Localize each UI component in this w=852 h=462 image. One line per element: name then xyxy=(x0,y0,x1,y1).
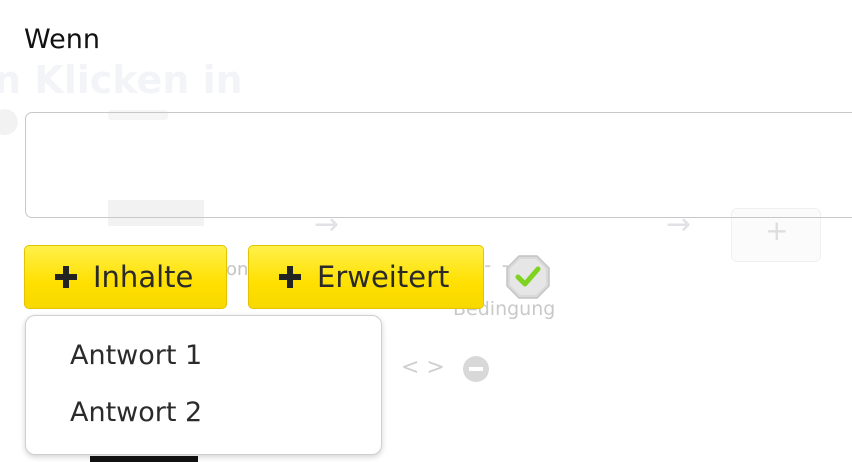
background-text: on xyxy=(226,259,249,280)
menu-item-answer-1[interactable]: Antwort 1 xyxy=(70,340,202,371)
add-content-button[interactable]: Inhalte xyxy=(24,245,227,309)
advanced-button[interactable]: Erweitert xyxy=(248,245,484,309)
condition-heading: Wenn xyxy=(24,24,100,55)
add-content-label: Inhalte xyxy=(93,260,194,294)
plus-icon xyxy=(55,266,77,288)
condition-input[interactable] xyxy=(25,112,852,218)
plus-icon xyxy=(279,266,301,288)
background-chevrons: < > xyxy=(401,355,445,380)
menu-item-answer-2[interactable]: Antwort 2 xyxy=(70,397,202,428)
background-heading: n Klicken in xyxy=(0,58,243,102)
advanced-label: Erweitert xyxy=(317,260,450,294)
checkmark-icon[interactable] xyxy=(505,254,551,300)
background-letter: ● xyxy=(0,100,20,140)
bottom-bar xyxy=(90,456,198,462)
content-dropdown-menu: Antwort 1 Antwort 2 xyxy=(25,315,382,455)
background-minus-icon xyxy=(463,356,489,382)
